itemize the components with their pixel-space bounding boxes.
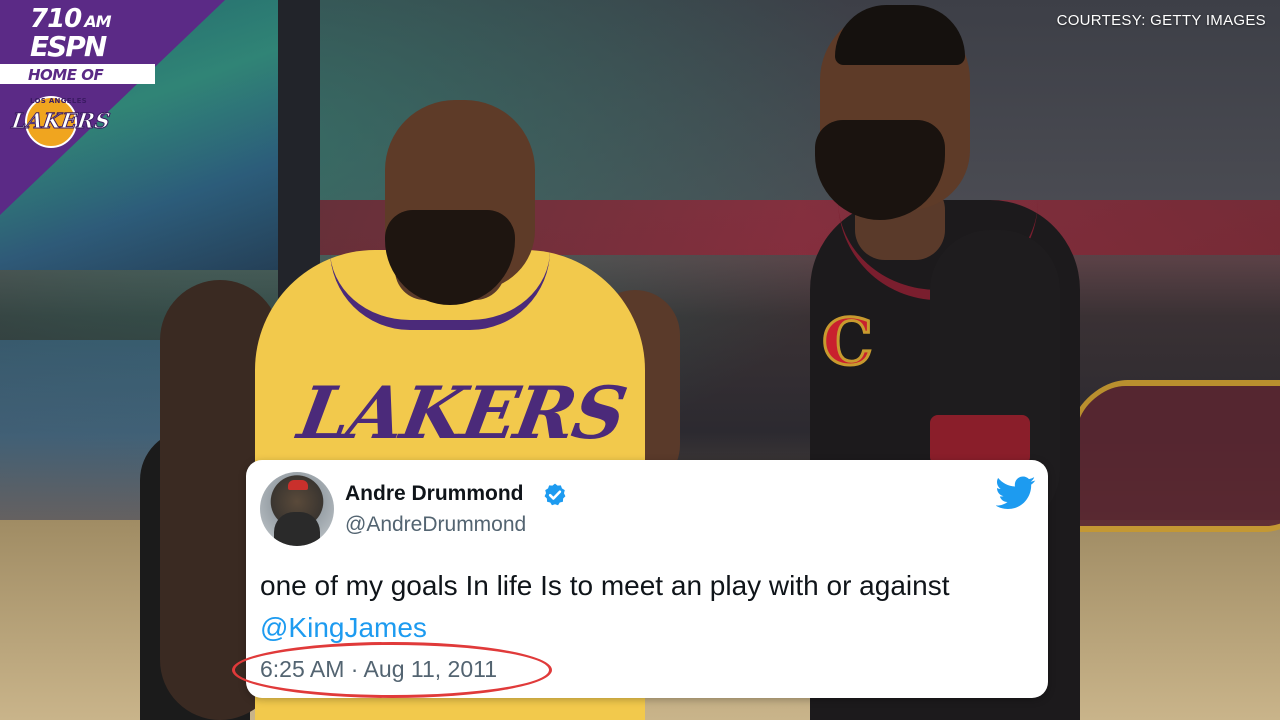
tweet-body: one of my goals In life Is to meet an pl…: [260, 565, 1030, 649]
avatar-cap: [288, 480, 308, 490]
station-band: AM: [84, 12, 111, 31]
player-right-armband: [930, 415, 1030, 465]
arena-pillar: [278, 0, 320, 300]
twitter-bird-icon[interactable]: [996, 476, 1036, 510]
avatar[interactable]: [260, 472, 334, 546]
tweet-handle[interactable]: @AndreDrummond: [345, 513, 526, 537]
player-right-jersey-logo: C: [821, 304, 875, 382]
player-left-jersey-logo: LAKERS: [292, 370, 632, 455]
photo-credit: COURTESY: GETTY IMAGES: [1056, 12, 1266, 29]
tweet-text: one of my goals In life Is to meet an pl…: [260, 570, 950, 601]
team-logo-city: LOS ANGELES: [30, 97, 88, 105]
station-watermark-logo: 710 AM ESPN HOME OF LOS ANGELES LAKERS: [0, 0, 225, 215]
team-logo-text: LAKERS: [10, 108, 112, 134]
network-name: ESPN: [30, 30, 107, 63]
avatar-torso: [274, 512, 320, 546]
tagline: HOME OF: [28, 66, 104, 84]
timestamp-highlight-circle: [232, 642, 552, 698]
verified-badge-icon: [544, 483, 566, 506]
tweet-display-name[interactable]: Andre Drummond: [345, 482, 524, 506]
